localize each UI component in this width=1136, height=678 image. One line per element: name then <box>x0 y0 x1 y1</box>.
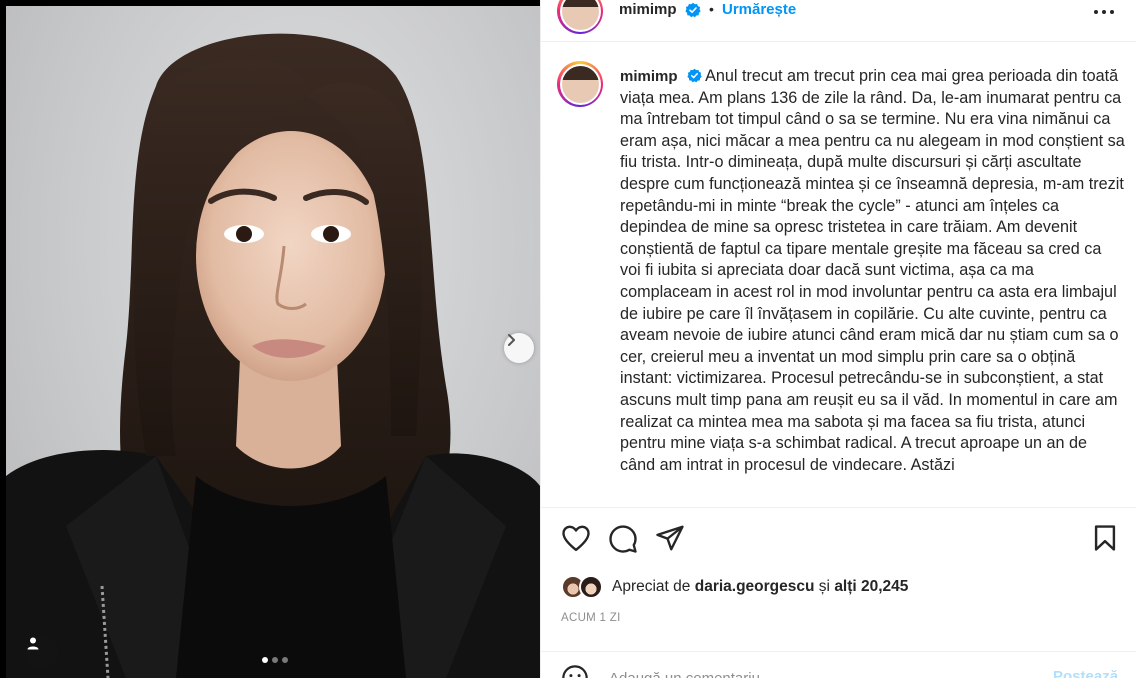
post-actions <box>541 520 1136 560</box>
caption-author-avatar[interactable] <box>557 61 603 107</box>
separator-dot: • <box>709 1 714 17</box>
likes-user-link[interactable]: daria.georgescu <box>695 578 815 596</box>
carousel-dot <box>272 657 278 663</box>
more-options-icon[interactable] <box>1093 9 1115 15</box>
likes-summary: Apreciat de daria.georgescu și alți 20,2… <box>561 574 908 600</box>
caption-username[interactable]: mimimp <box>620 68 678 85</box>
heart-icon[interactable] <box>561 524 591 552</box>
emoji-icon[interactable] <box>561 664 589 678</box>
carousel-indicator <box>262 657 288 663</box>
carousel-dot <box>282 657 288 663</box>
post-media[interactable] <box>0 0 540 678</box>
liker-avatars[interactable] <box>561 574 609 600</box>
comment-input[interactable] <box>609 666 1029 678</box>
post-photo <box>6 6 540 678</box>
tagged-users-button[interactable] <box>26 636 58 668</box>
post-comment-button[interactable]: Postează <box>1053 668 1118 678</box>
post-header: mimimp • Urmărește <box>541 0 1136 42</box>
comment-bar: Postează <box>541 651 1136 678</box>
carousel-next-button[interactable] <box>504 333 534 363</box>
author-avatar[interactable] <box>557 0 603 34</box>
comment-bubble-icon[interactable] <box>608 524 638 554</box>
follow-button[interactable]: Urmărește <box>722 1 796 18</box>
post-timestamp[interactable]: ACUM 1 ZI <box>561 612 621 624</box>
caption-scroll-area[interactable]: mimimp Anul trecut am trecut prin cea ma… <box>541 43 1136 508</box>
paper-plane-icon[interactable] <box>655 524 685 552</box>
chevron-right-icon <box>508 334 515 346</box>
likes-others-link[interactable]: alți 20,245 <box>834 578 908 596</box>
carousel-dot-active <box>262 657 268 663</box>
likes-middle: și <box>818 578 830 595</box>
portrait-illustration <box>6 33 540 678</box>
liker-avatar <box>579 575 603 599</box>
caption: mimimp Anul trecut am trecut prin cea ma… <box>620 66 1125 476</box>
author-username[interactable]: mimimp <box>619 1 677 18</box>
likes-prefix: Apreciat de <box>612 578 691 595</box>
caption-body: Anul trecut am trecut prin cea mai grea … <box>620 67 1125 474</box>
user-tag-icon <box>27 637 39 650</box>
verified-badge-icon <box>686 68 702 83</box>
verified-badge-icon <box>685 2 701 18</box>
bookmark-icon[interactable] <box>1092 524 1118 552</box>
post-details-panel: mimimp • Urmărește mimimp Anul trecut am… <box>540 0 1136 678</box>
